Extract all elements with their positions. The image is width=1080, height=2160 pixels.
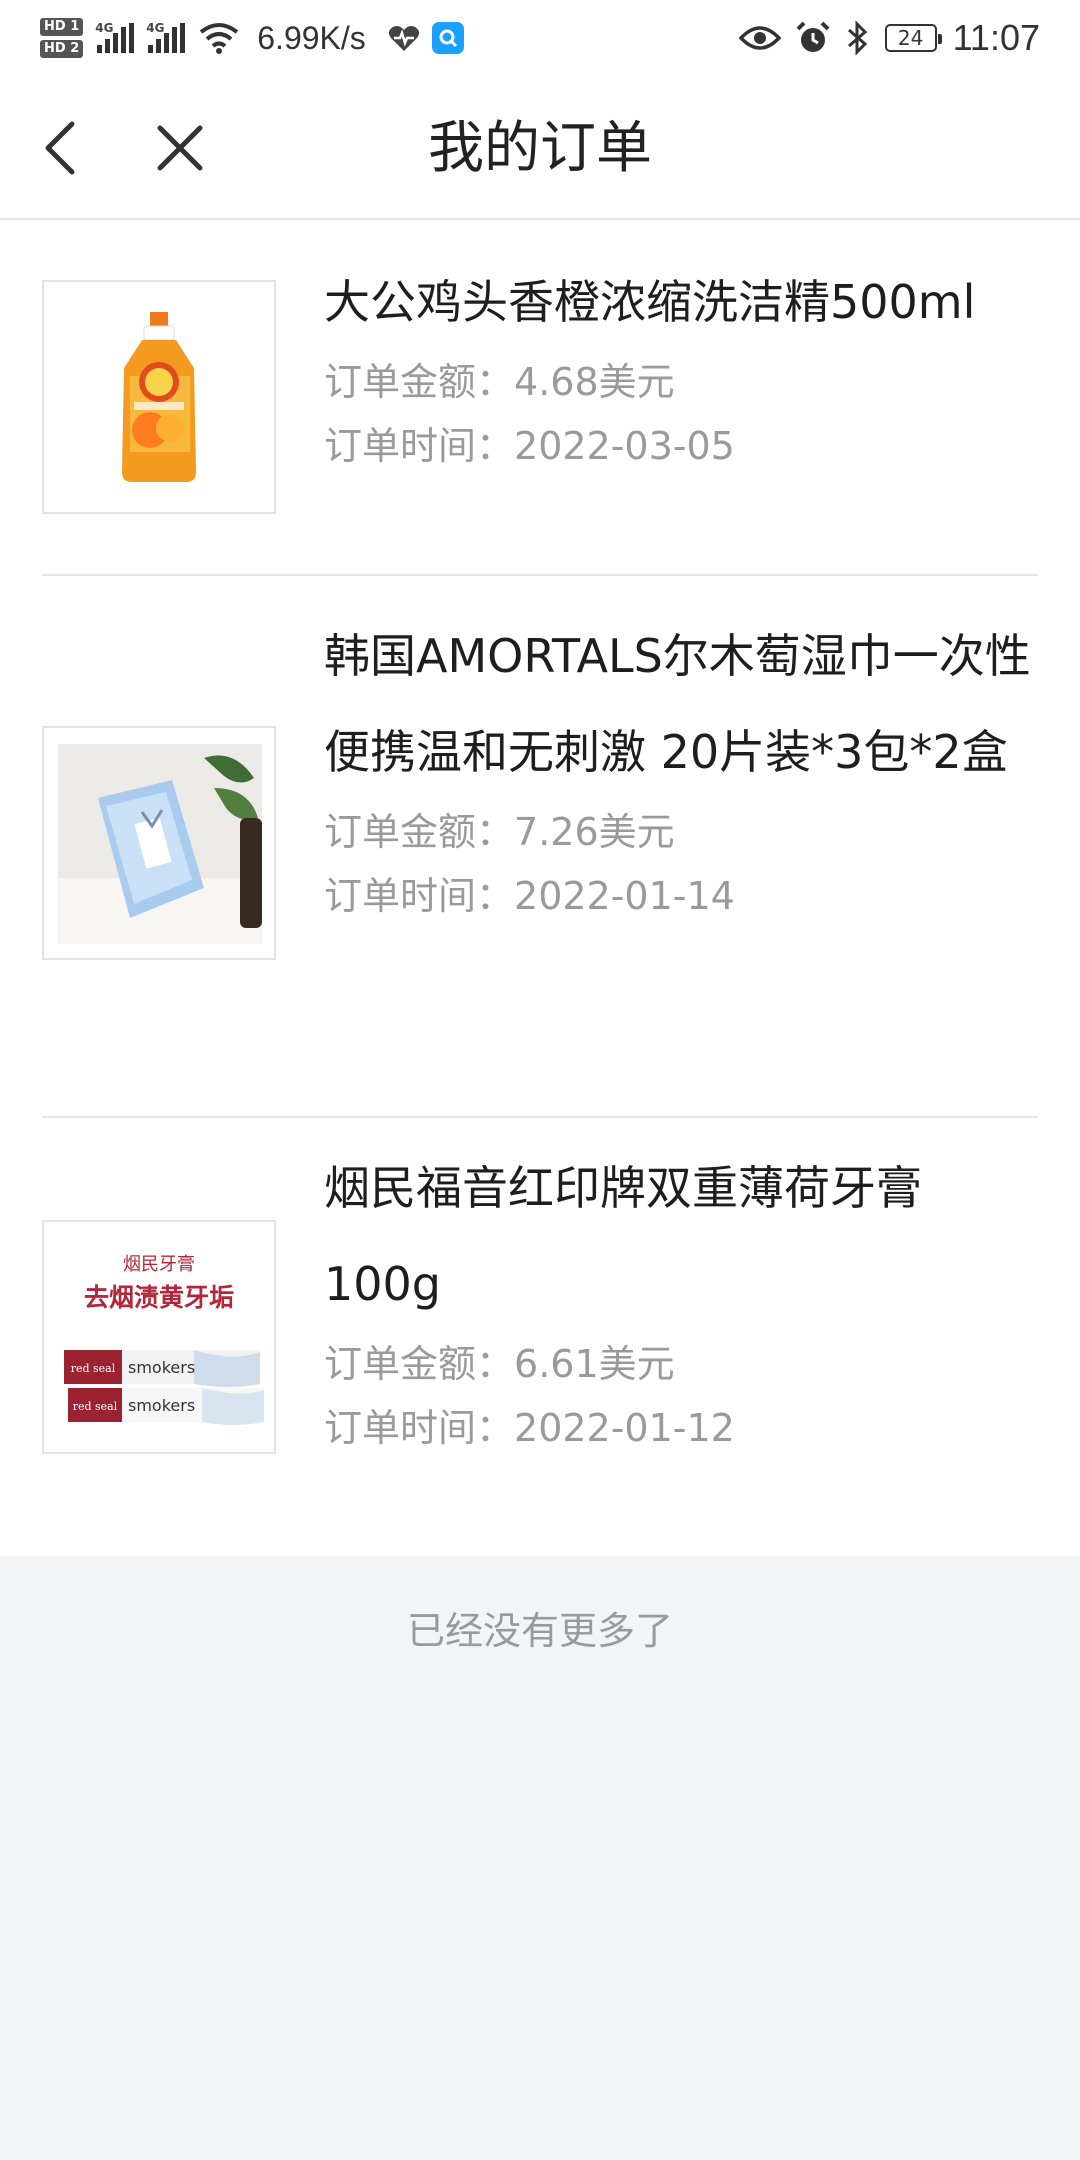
order-item[interactable]: 烟民牙膏 去烟渍黄牙垢 red seal smokers red seal sm… xyxy=(42,1118,1038,1556)
image-product-2: smokers xyxy=(128,1396,195,1415)
product-title[interactable]: 烟民福音红印牌双重薄荷牙膏100g xyxy=(324,1140,1038,1332)
image-brand-1: red seal xyxy=(71,1362,116,1375)
signal-2-icon: 4G xyxy=(146,21,186,53)
order-item[interactable]: 大公鸡头香橙浓缩洗洁精500ml 订单金额：4.68美元 订单时间：2022-0… xyxy=(42,220,1038,576)
wet-wipes-image xyxy=(44,728,274,958)
search-app-icon xyxy=(431,22,464,54)
page-title: 我的订单 xyxy=(428,116,652,181)
status-left: HD 1 HD 2 4G 4G 6.99K/s xyxy=(40,0,476,76)
order-info: 烟民福音红印牌双重薄荷牙膏100g 订单金额：6.61美元 订单时间：2022-… xyxy=(324,1140,1038,1460)
battery-level: 24 xyxy=(897,26,924,50)
status-bar: HD 1 HD 2 4G 4G 6.99K/s 24 11:07 xyxy=(0,0,1080,76)
heart-rate-icon xyxy=(388,22,420,54)
order-amount-label: 订单金额： xyxy=(324,360,515,404)
eye-icon xyxy=(738,26,781,50)
order-time-label: 订单时间： xyxy=(324,424,515,468)
order-time-label: 订单时间： xyxy=(324,874,515,918)
order-amount-row: 订单金额：6.61美元 xyxy=(324,1332,1038,1396)
order-info: 大公鸡头香橙浓缩洗洁精500ml 订单金额：4.68美元 订单时间：2022-0… xyxy=(324,254,1038,478)
image-text-line1: 烟民牙膏 xyxy=(123,1253,195,1275)
order-info: 韩国AMORTALS尔木萄湿巾一次性便携温和无刺激 20片装*3包*2盒 订单金… xyxy=(324,608,1038,928)
order-item[interactable]: 韩国AMORTALS尔木萄湿巾一次性便携温和无刺激 20片装*3包*2盒 订单金… xyxy=(42,576,1038,1118)
network-speed: 6.99K/s xyxy=(257,19,366,56)
end-of-list-text: 已经没有更多了 xyxy=(406,1609,673,1653)
status-right: 24 11:07 xyxy=(725,0,1040,76)
product-image[interactable] xyxy=(42,726,276,960)
order-amount-label: 订单金额： xyxy=(324,810,515,854)
toothpaste-image: 烟民牙膏 去烟渍黄牙垢 red seal smokers red seal sm… xyxy=(44,1222,274,1452)
order-amount: 4.68美元 xyxy=(514,360,675,404)
order-time-row: 订单时间：2022-01-14 xyxy=(324,864,1038,928)
battery-icon: 24 xyxy=(884,24,942,52)
order-amount: 6.61美元 xyxy=(514,1342,675,1386)
product-title[interactable]: 大公鸡头香橙浓缩洗洁精500ml xyxy=(324,254,1038,350)
product-title[interactable]: 韩国AMORTALS尔木萄湿巾一次性便携温和无刺激 20片装*3包*2盒 xyxy=(324,608,1038,800)
product-image[interactable] xyxy=(42,280,276,514)
hd2-badge: HD 2 xyxy=(40,40,84,58)
clock: 11:07 xyxy=(952,17,1040,58)
order-amount: 7.26美元 xyxy=(514,810,675,854)
alarm-icon xyxy=(796,21,829,52)
order-list: 大公鸡头香橙浓缩洗洁精500ml 订单金额：4.68美元 订单时间：2022-0… xyxy=(0,220,1080,1556)
image-text-line2: 去烟渍黄牙垢 xyxy=(84,1283,234,1312)
order-time: 2022-01-12 xyxy=(514,1406,735,1450)
order-time: 2022-01-14 xyxy=(514,874,735,918)
product-image[interactable]: 烟民牙膏 去烟渍黄牙垢 red seal smokers red seal sm… xyxy=(42,1220,276,1454)
order-time: 2022-03-05 xyxy=(514,424,735,468)
wifi-icon xyxy=(200,23,239,54)
image-brand-2: red seal xyxy=(73,1400,118,1413)
order-amount-row: 订单金额：4.68美元 xyxy=(324,350,1038,414)
order-time-label: 订单时间： xyxy=(324,1406,515,1450)
order-time-row: 订单时间：2022-01-12 xyxy=(324,1396,1038,1460)
order-time-row: 订单时间：2022-03-05 xyxy=(324,414,1038,478)
hd1-badge: HD 1 xyxy=(40,18,84,36)
nav-bar: 我的订单 xyxy=(0,76,1080,220)
order-amount-row: 订单金额：7.26美元 xyxy=(324,800,1038,864)
screen: HD 1 HD 2 4G 4G 6.99K/s 24 11:07 我的订单 大公… xyxy=(0,0,1080,2160)
bluetooth-icon xyxy=(847,20,867,56)
order-amount-label: 订单金额： xyxy=(324,1342,515,1386)
hd-indicators: HD 1 HD 2 xyxy=(40,18,84,58)
network-type-1: 4G xyxy=(95,21,114,35)
image-product-1: smokers xyxy=(128,1358,195,1377)
signal-1-icon: 4G xyxy=(95,21,135,53)
dish-soap-bottle-image xyxy=(44,282,274,512)
network-type-2: 4G xyxy=(146,21,165,35)
